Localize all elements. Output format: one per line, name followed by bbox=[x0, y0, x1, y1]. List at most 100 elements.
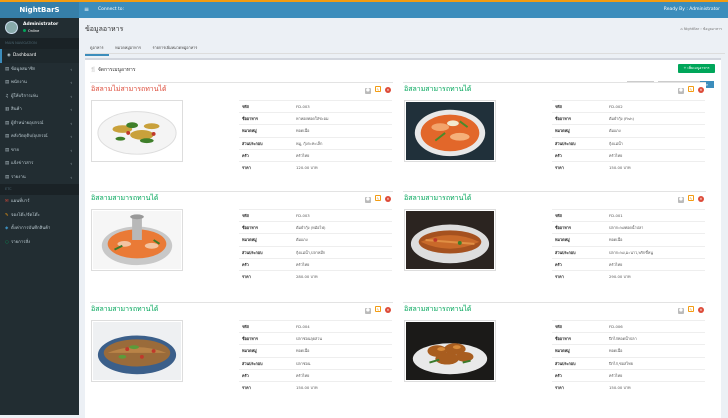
detail-row-code: รหัส FD-006 bbox=[552, 320, 705, 332]
detail-value: ทอดเนื้อ bbox=[296, 348, 310, 354]
detail-value: กุ้งแม่น้ำ,ปลาหมึก bbox=[296, 249, 326, 255]
detail-row-code: รหัส FD-002 bbox=[552, 100, 705, 112]
sidebar-item-3[interactable]: ♫ ผู้ให้บริการเล่น ‹ bbox=[0, 90, 79, 104]
detail-label: ชื่ออาหาร bbox=[242, 336, 258, 342]
sidebar-item-0[interactable]: ◉ Dashboard bbox=[0, 49, 79, 63]
sidebar-item-7[interactable]: ▤ ขาย ‹ bbox=[0, 144, 79, 158]
sidebar-item-label: พนักงาน bbox=[11, 80, 27, 85]
edit-icon[interactable]: ✎ bbox=[375, 195, 381, 201]
food-card: อิสลามสามารถทานได้ ● ✎ ✕ รหัส FD-004 ชื่ออาหาร… bbox=[90, 302, 393, 398]
sidebar-item-6[interactable]: ▤ คลังวัตถุดิบ/อุปกรณ์ ‹ bbox=[0, 130, 79, 144]
sidebar-item-label: ผู้จำหน่ายอุปกรณ์ bbox=[11, 120, 44, 126]
detail-value: FD-001 bbox=[609, 213, 623, 218]
detail-value: กุ้งแม่น้ำ bbox=[609, 140, 623, 146]
menu-toggle-icon[interactable]: ≡ bbox=[84, 6, 89, 13]
detail-row-origin: ครัว ครัวไทย bbox=[239, 368, 392, 381]
food-card-title: อิสลามสามารถทานได้ bbox=[91, 194, 159, 202]
detail-value: 150.00 บาท bbox=[609, 384, 631, 390]
edit-icon[interactable]: ✎ bbox=[375, 86, 381, 92]
sidebar-item-1[interactable]: ▤ ข้อมูลสมาชิก ‹ bbox=[0, 63, 79, 77]
user-status: Online bbox=[23, 29, 39, 33]
sidebar-item-9[interactable]: ▤ รายงาน ‹ bbox=[0, 171, 79, 185]
detail-label: รหัส bbox=[242, 324, 249, 329]
view-icon[interactable]: ● bbox=[365, 197, 371, 203]
sidebar-item-5[interactable]: ▤ ผู้จำหน่ายอุปกรณ์ ‹ bbox=[0, 117, 79, 131]
sidebar-etc-item-1[interactable]: ✎ จองโต๊ะ/จัดโต๊ะ bbox=[0, 209, 79, 223]
card-actions: ● ✎ ✕ bbox=[674, 306, 704, 314]
sidebar-item-2[interactable]: ▤ พนักงาน ‹ bbox=[0, 76, 79, 90]
food-card: อิสลามไม่สามารถทานได้ ● ✎ ✕ รหัส FD-003 ชื่ออา… bbox=[90, 82, 393, 178]
detail-row-origin: ครัว ครัวไทย bbox=[239, 257, 392, 270]
detail-value: ทอดเนื้อ bbox=[296, 128, 310, 134]
delete-icon[interactable]: ✕ bbox=[385, 196, 391, 202]
detail-row-price: ราคา 150.00 บาท bbox=[552, 160, 705, 173]
menu-panel: 🍴 จัดการเมนูอาหาร + เพิ่มเมนูอาหาร ทั้ง … bbox=[85, 58, 721, 418]
sidebar-etc-item-2[interactable]: ◆ ตั้งค่าการบันทึกสินค้า bbox=[0, 222, 79, 236]
detail-row-name: ชื่ออาหาร ปลากะพงทอดน้ำปลา bbox=[552, 221, 705, 233]
tab-add-category[interactable]: รายการเพิ่มหมวดหมู่อาหาร bbox=[147, 42, 202, 54]
cutlery-icon: 🍴 bbox=[90, 67, 97, 73]
tab-view-food[interactable]: ดูอาหาร bbox=[85, 42, 109, 56]
delete-icon[interactable]: ✕ bbox=[698, 196, 704, 202]
sidebar-item-label: แจ้งข่าวสาร bbox=[11, 161, 34, 166]
view-icon[interactable]: ● bbox=[678, 197, 684, 203]
detail-row-code: รหัส FD-003 bbox=[239, 209, 392, 221]
sidebar-etc-item-3[interactable]: ○ รายการสั่ง bbox=[0, 236, 79, 250]
sidebar-etc-label: รายการสั่ง bbox=[11, 239, 31, 245]
card-actions: ● ✎ ✕ bbox=[361, 195, 391, 203]
food-details-table: รหัส FD-002 ชื่ออาหาร ต้มยำกุ้ง (Fish) หมวดห… bbox=[552, 100, 705, 173]
delete-icon[interactable]: ✕ bbox=[385, 307, 391, 313]
detail-label: ราคา bbox=[555, 164, 564, 170]
detail-row-code: รหัส FD-004 bbox=[239, 320, 392, 332]
edit-icon[interactable]: ✎ bbox=[688, 86, 694, 92]
detail-value: ต้มยำกุ้ง (Fish) bbox=[609, 116, 634, 122]
edit-icon[interactable]: ✎ bbox=[688, 195, 694, 201]
detail-value: 120.00 บาท bbox=[296, 164, 318, 170]
detail-label: ครัว bbox=[555, 152, 562, 158]
food-image bbox=[404, 100, 496, 162]
delete-icon[interactable]: ✕ bbox=[385, 87, 391, 93]
detail-value: ปีกไก่,ซอสไทย bbox=[609, 360, 633, 366]
detail-value: ปีกไก่ทอดน้ำปลา bbox=[609, 336, 637, 342]
chevron-left-icon: ‹ bbox=[70, 107, 72, 112]
detail-row-category: หมวดหมู่ ทอดเนื้อ bbox=[552, 233, 705, 245]
user-menu[interactable]: Ready By : Administrator bbox=[664, 7, 720, 12]
detail-label: หมวดหมู่ bbox=[242, 128, 257, 134]
detail-label: ส่วนประกอบ bbox=[242, 249, 263, 255]
sidebar-item-4[interactable]: ▥ สินค้า ‹ bbox=[0, 103, 79, 117]
view-icon[interactable]: ● bbox=[678, 88, 684, 94]
food-card-title: อิสลามสามารถทานได้ bbox=[404, 305, 472, 313]
edit-icon[interactable]: ✎ bbox=[688, 306, 694, 312]
sidebar-item-label: ขาย bbox=[11, 147, 19, 153]
view-icon[interactable]: ● bbox=[365, 308, 371, 314]
view-icon[interactable]: ● bbox=[678, 308, 684, 314]
main-content: ข้อมูลอาหาร ⌂ NightBar › ข้อมูลอาหาร ดูอ… bbox=[79, 18, 728, 418]
sidebar-etc-item-0[interactable]: ✉ แผนที่บาร์ bbox=[0, 195, 79, 209]
tab-food-category[interactable]: หมวดหมู่อาหาร bbox=[110, 42, 146, 54]
detail-label: หมวดหมู่ bbox=[555, 128, 570, 134]
detail-label: ครัว bbox=[242, 261, 249, 267]
panel-title: 🍴 จัดการเมนูอาหาร bbox=[90, 66, 136, 74]
food-card-title: อิสลามไม่สามารถทานได้ bbox=[91, 85, 167, 93]
user-panel: Administrator Online bbox=[0, 18, 79, 38]
add-menu-button[interactable]: + เพิ่มเมนูอาหาร bbox=[678, 64, 715, 73]
sidebar-item-8[interactable]: ▤ แจ้งข่าวสาร ‹ bbox=[0, 157, 79, 171]
breadcrumb[interactable]: ⌂ NightBar › ข้อมูลอาหาร bbox=[680, 26, 722, 32]
top-navbar: NightBarS ≡ Connect to: Ready By : Admin… bbox=[0, 0, 728, 18]
detail-row-name: ชื่ออาหาร ปลาช่อนลุยสวน bbox=[239, 332, 392, 344]
detail-label: ส่วนประกอบ bbox=[555, 360, 576, 366]
sidebar-etc-label: จองโต๊ะ/จัดโต๊ะ bbox=[11, 212, 40, 218]
detail-label: ส่วนประกอบ bbox=[555, 140, 576, 146]
detail-value: FD-003 bbox=[296, 213, 310, 218]
view-icon[interactable]: ● bbox=[365, 88, 371, 94]
food-card: อิสลามสามารถทานได้ ● ✎ ✕ รหัส FD-001 ชื่ออาหาร… bbox=[403, 191, 706, 287]
food-card: อิสลามสามารถทานได้ ● ✎ ✕ รหัส FD-003 ชื่ออาหาร… bbox=[90, 191, 393, 287]
card-actions: ● ✎ ✕ bbox=[674, 86, 704, 94]
detail-label: ราคา bbox=[555, 384, 564, 390]
delete-icon[interactable]: ✕ bbox=[698, 87, 704, 93]
app-logo[interactable]: NightBarS bbox=[0, 2, 79, 18]
detail-label: รหัส bbox=[242, 213, 249, 218]
delete-icon[interactable]: ✕ bbox=[698, 307, 704, 313]
page-title: ข้อมูลอาหาร bbox=[85, 25, 124, 33]
edit-icon[interactable]: ✎ bbox=[375, 306, 381, 312]
